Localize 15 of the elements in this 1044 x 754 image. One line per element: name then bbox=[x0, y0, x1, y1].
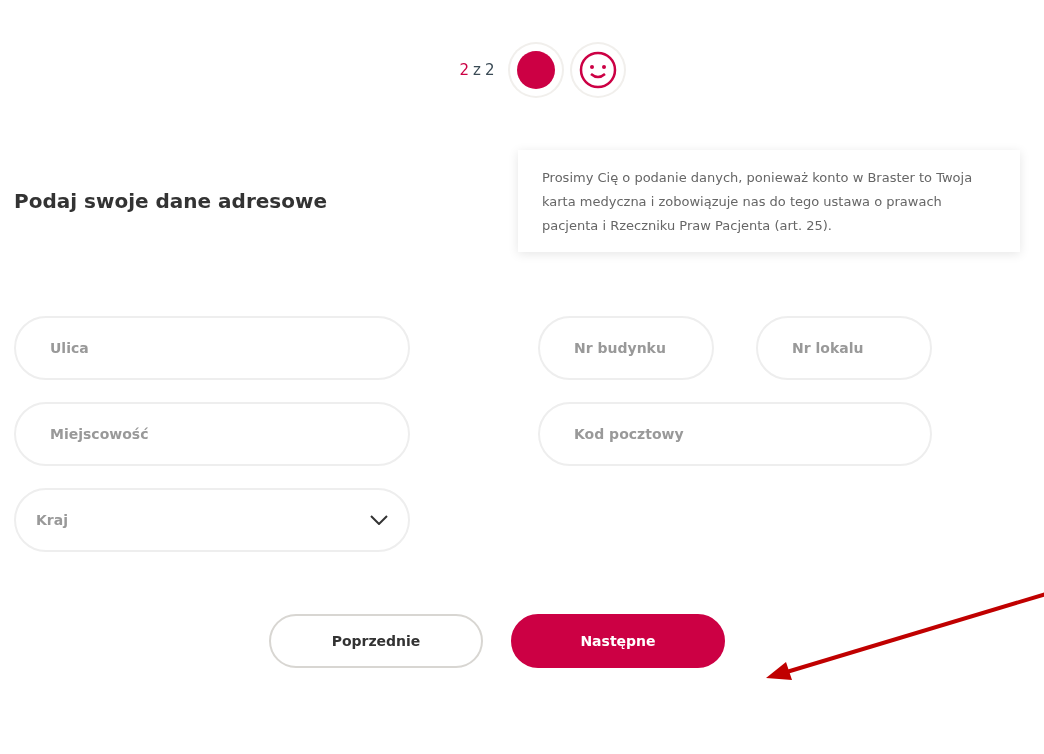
step-separator: z bbox=[473, 61, 481, 79]
input-field[interactable]: Kod pocztowy bbox=[538, 402, 932, 466]
previous-button[interactable]: Poprzednie bbox=[269, 614, 483, 668]
next-button[interactable]: Następne bbox=[511, 614, 725, 668]
section-heading: Podaj swoje dane adresowe bbox=[14, 189, 328, 213]
info-tooltip: Prosimy Cię o podanie danych, ponieważ konto w Braster to Twoja karta medyczna i zobowiązuje nas do tego ustawa o prawach pacjenta i Rzeczniku Praw Pacjenta (art. 25). bbox=[518, 150, 1020, 252]
smiley-icon bbox=[579, 51, 618, 89]
input-field[interactable]: Ulica bbox=[14, 316, 410, 380]
input-field[interactable]: Nr budynku bbox=[538, 316, 714, 380]
input-field[interactable]: Nr lokalu bbox=[756, 316, 932, 380]
filled-circle-icon bbox=[517, 51, 556, 89]
input-field[interactable]: Miejscowość bbox=[14, 402, 410, 466]
step-current: 2 bbox=[459, 61, 470, 79]
chevron-down-icon bbox=[370, 515, 388, 525]
step-total: 2 bbox=[484, 61, 495, 79]
